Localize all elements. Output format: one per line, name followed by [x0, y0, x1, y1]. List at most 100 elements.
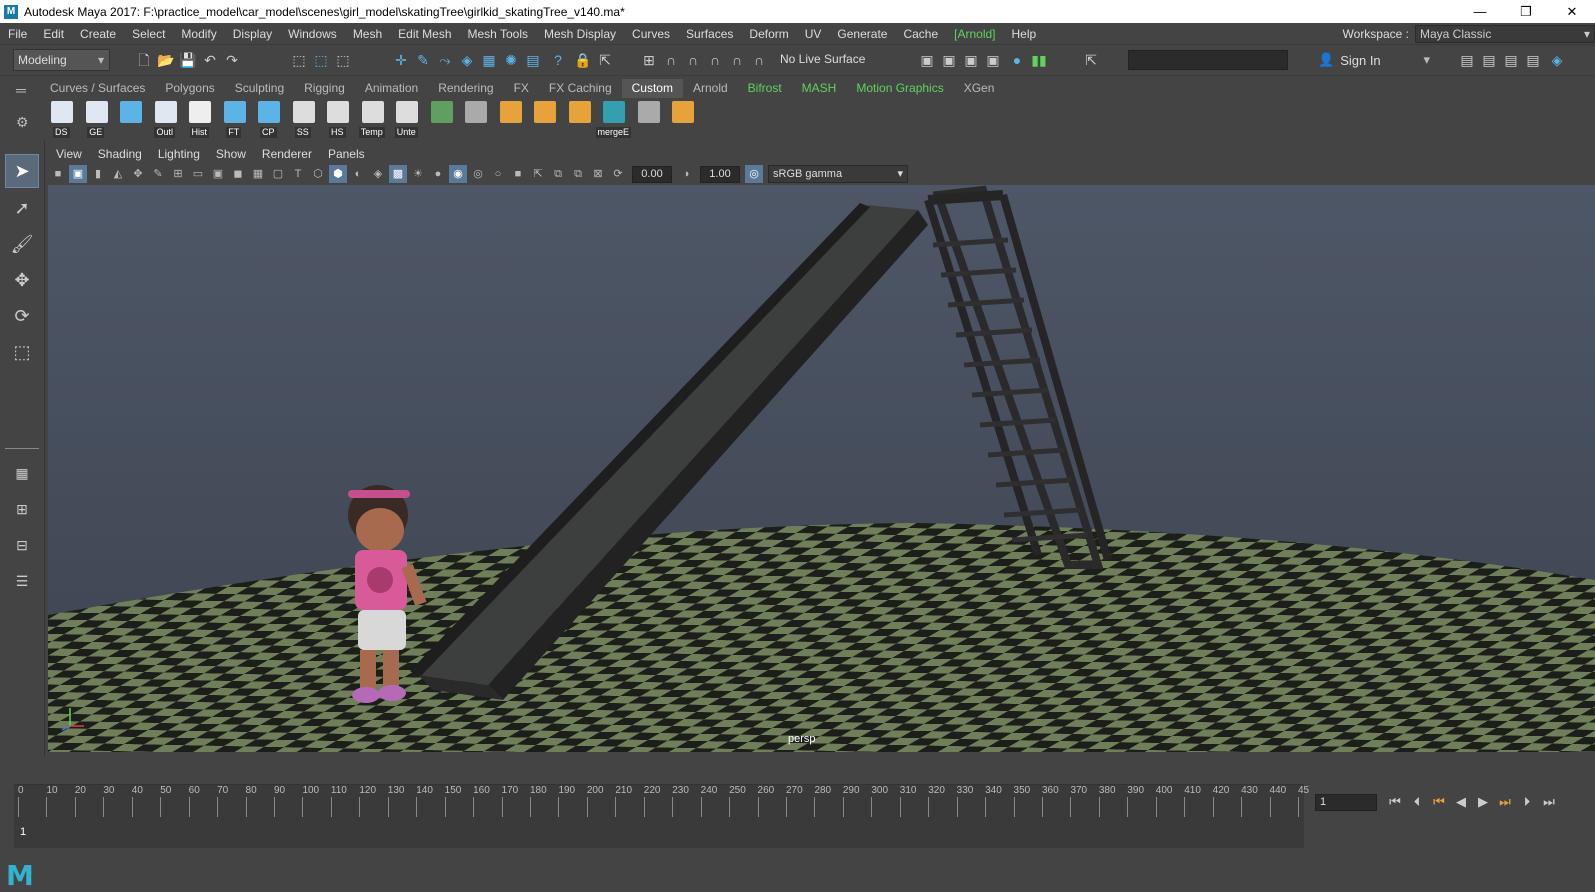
menu-windows[interactable]: Windows [280, 27, 345, 41]
sign-in-button[interactable]: 👤 Sign In ▾ [1318, 49, 1436, 71]
panel-menu-view[interactable]: View [48, 147, 90, 161]
shelf-button-sphere[interactable] [113, 99, 148, 139]
shelf-button-outl[interactable]: Outl [148, 99, 183, 139]
shelf-button-ss[interactable]: SS [286, 99, 321, 139]
shelf-tab-custom[interactable]: Custom [621, 79, 683, 98]
shelf-tab-rendering[interactable]: Rendering [428, 79, 503, 98]
move-tool-icon[interactable]: ✥ [5, 263, 39, 297]
menu-mesh-tools[interactable]: Mesh Tools [460, 27, 536, 41]
bookmark-icon[interactable]: ▮ [89, 165, 107, 183]
menu-deform[interactable]: Deform [741, 27, 796, 41]
view-transform-dropdown[interactable]: sRGB gamma [768, 165, 908, 183]
shelf-settings-gear-icon[interactable]: ⚙ [16, 114, 29, 131]
shelf-tab-motion-graphics[interactable]: Motion Graphics [846, 79, 953, 98]
shelf-tab-curves-surfaces[interactable]: Curves / Surfaces [40, 79, 155, 98]
hypershade-icon[interactable]: ● [1008, 51, 1026, 69]
shelf-button-snap[interactable] [458, 99, 493, 139]
shadows-icon[interactable]: ☀ [409, 165, 427, 183]
exposure-field[interactable]: 0.00 [632, 165, 672, 183]
shelf-tab-bifrost[interactable]: Bifrost [738, 79, 792, 98]
shelf-menu-icon[interactable]: ═ [16, 82, 26, 98]
shelf-button-extrude[interactable] [493, 99, 528, 139]
color-management-icon[interactable]: ◎ [745, 165, 763, 183]
save-scene-icon[interactable]: 💾 [179, 51, 197, 69]
select-by-handle-icon[interactable]: ✛ [392, 51, 410, 69]
wireframe-icon[interactable]: ⬡ [309, 165, 327, 183]
select-object-icon[interactable]: ⬚ [312, 51, 330, 69]
redo-icon[interactable]: ↷ [223, 51, 241, 69]
current-frame-field[interactable]: 1 [1315, 794, 1377, 811]
select-by-dynamic-icon[interactable]: ✺ [502, 51, 520, 69]
panel-menu-show[interactable]: Show [208, 147, 254, 161]
menu-uv[interactable]: UV [797, 27, 830, 41]
close-button[interactable]: ✕ [1549, 0, 1595, 23]
shelf-button-ds[interactable]: DS [44, 99, 79, 139]
shelf-button-cp[interactable]: CP [251, 99, 286, 139]
go-to-start-icon[interactable]: ⏮ [1385, 792, 1405, 812]
select-misc-icon[interactable]: ? [549, 51, 567, 69]
film-gate-icon[interactable]: ▭ [189, 165, 207, 183]
panel-menu-renderer[interactable]: Renderer [254, 147, 320, 161]
panel-menu-lighting[interactable]: Lighting [150, 147, 208, 161]
grease-pencil-icon[interactable]: ✎ [149, 165, 167, 183]
camera-select-icon[interactable]: ■ [49, 165, 67, 183]
backface-icon[interactable]: ■ [509, 165, 527, 183]
layer-editor-icon[interactable]: ◈ [1548, 51, 1566, 69]
menu-arnold[interactable]: [Arnold] [946, 27, 1003, 41]
menu-mesh-display[interactable]: Mesh Display [536, 27, 624, 41]
minimize-button[interactable]: — [1457, 0, 1503, 23]
snap-point-icon[interactable]: ∩ [684, 51, 702, 69]
snap-grid-icon[interactable]: ⊞ [640, 51, 658, 69]
scale-tool-icon[interactable]: ⬚ [5, 335, 39, 369]
xray-joints-icon[interactable]: ◎ [469, 165, 487, 183]
shelf-button-mergee[interactable]: mergeE [595, 99, 632, 139]
restore-button[interactable]: ❐ [1503, 0, 1549, 23]
select-by-render-icon[interactable]: ▤ [524, 51, 542, 69]
select-component-icon[interactable]: ⬚ [334, 51, 352, 69]
wireframe-on-shaded-icon[interactable]: ◐ [349, 165, 367, 183]
menu-help[interactable]: Help [1004, 27, 1045, 41]
panel-menu-shading[interactable]: Shading [90, 147, 150, 161]
lock-selection-icon[interactable]: 🔒 [574, 51, 592, 69]
xray-active-icon[interactable]: ○ [489, 165, 507, 183]
four-view-layout-icon[interactable]: ⊞ [5, 495, 39, 523]
shelf-button-hist[interactable]: Hist [182, 99, 217, 139]
gate-mask-icon[interactable]: ◼ [229, 165, 247, 183]
safe-action-icon[interactable]: ▢ [269, 165, 287, 183]
step-back-frame-icon[interactable]: ⏴ [1407, 792, 1427, 812]
snap-curve-icon[interactable]: ∩ [662, 51, 680, 69]
shelf-tab-animation[interactable]: Animation [355, 79, 428, 98]
select-by-joint-icon[interactable]: ✎ [414, 51, 432, 69]
open-scene-icon[interactable]: 📂 [157, 51, 175, 69]
shelf-tab-sculpting[interactable]: Sculpting [225, 79, 294, 98]
step-forward-frame-icon[interactable]: ⏵ [1517, 792, 1537, 812]
snap-view-plane-icon[interactable]: ∩ [728, 51, 746, 69]
menu-file[interactable]: File [0, 27, 35, 41]
arnold-render-icon[interactable]: ▮▮ [1030, 51, 1048, 69]
ambient-occlusion-icon[interactable]: ● [429, 165, 447, 183]
exposure-icon[interactable]: ⟳ [609, 165, 627, 183]
smooth-shade-icon[interactable]: ⬢ [329, 165, 347, 183]
menu-cache[interactable]: Cache [895, 27, 946, 41]
step-back-key-icon[interactable]: ⏮ [1429, 792, 1449, 812]
shelf-button-temp[interactable]: Temp [355, 99, 390, 139]
input-line-mode-icon[interactable]: ⇱ [1082, 51, 1100, 69]
shelf-tab-xgen[interactable]: XGen [954, 79, 1005, 98]
safe-title-icon[interactable]: T [289, 165, 307, 183]
shelf-button-ft[interactable]: FT [217, 99, 252, 139]
step-forward-key-icon[interactable]: ⏭ [1495, 792, 1515, 812]
menu-mesh[interactable]: Mesh [345, 27, 390, 41]
menu-modify[interactable]: Modify [173, 27, 224, 41]
select-by-deform-icon[interactable]: ▦ [480, 51, 498, 69]
outliner-layout-icon[interactable]: ☰ [5, 567, 39, 595]
shelf-button-uv-grid[interactable] [424, 99, 459, 139]
image-plane-icon[interactable]: ◭ [109, 165, 127, 183]
shelf-button-ge[interactable]: GE [79, 99, 114, 139]
shelf-button-brush[interactable] [631, 99, 666, 139]
panel-menu-panels[interactable]: Panels [320, 147, 373, 161]
xray-icon[interactable]: ◉ [449, 165, 467, 183]
time-ruler[interactable]: 0 10 20 30 40 50 60 70 80 90 100 110 120 130 140 150 160… [14, 784, 1309, 848]
highlight-selection-icon[interactable]: ⇱ [596, 51, 614, 69]
make-live-icon[interactable]: ∩ [750, 51, 768, 69]
isolate-select-icon[interactable]: ⇱ [529, 165, 547, 183]
